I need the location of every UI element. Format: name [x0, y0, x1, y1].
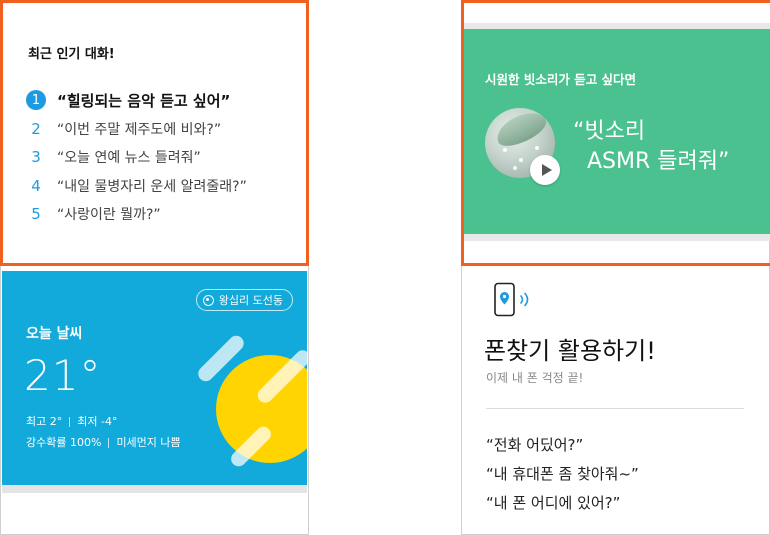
divider — [486, 408, 744, 409]
popular-item[interactable]: 2 “이번 주말 제주도에 비와?” — [26, 115, 247, 144]
weather-details: 강수확률 100% 미세먼지 나쁨 — [26, 434, 181, 450]
rank-number: 3 — [31, 148, 41, 167]
rank-number: 2 — [31, 119, 41, 138]
popular-item-text: “힐링되는 음악 듣고 싶어” — [57, 91, 231, 110]
popular-item-text: “내일 물병자리 운세 알려줄래?” — [57, 178, 247, 195]
example-phrase: “전화 어딨어?” — [486, 436, 584, 454]
phone-finder-subtitle: 이제 내 폰 걱정 끝! — [486, 371, 584, 385]
popular-item[interactable]: 3 “오늘 연예 뉴스 들려줘” — [26, 143, 247, 172]
popular-item[interactable]: 1 “힐링되는 음악 듣고 싶어” — [26, 86, 247, 115]
popular-item[interactable]: 5 “사랑이란 뭘까?” — [26, 200, 247, 229]
location-label: 왕십리 도선동 — [218, 294, 283, 307]
rain-probability: 강수확률 100% — [26, 436, 102, 449]
example-phrase: “내 휴대폰 좀 찾아줘~” — [486, 465, 639, 483]
weather-card[interactable]: 왕십리 도선동 오늘 날씨 21° 최고 2° 최저 -4° 강수확률 100% 미… — [2, 271, 307, 485]
weather-card-footer — [2, 485, 307, 493]
popular-item-text: “사랑이란 뭘까?” — [57, 207, 161, 224]
popular-item-text: “오늘 연예 뉴스 들려줘” — [57, 150, 201, 167]
low-temperature: 최저 -4° — [77, 415, 118, 428]
example-phrase: “내 폰 어디에 있어?” — [486, 494, 621, 512]
highlight-frame — [461, 0, 770, 266]
fine-dust: 미세먼지 나쁨 — [116, 436, 181, 449]
phone-finder-title: 폰찾기 활용하기! — [484, 337, 656, 365]
rank-number: 5 — [31, 205, 41, 224]
popular-title: 최근 인기 대화! — [28, 47, 115, 62]
weather-title: 오늘 날씨 — [26, 326, 83, 342]
current-temperature: 21° — [24, 351, 102, 400]
rank-badge: 1 — [26, 90, 46, 111]
popular-conversations-card: 최근 인기 대화! 1 “힐링되는 음악 듣고 싶어” 2 “이번 주말 제주도… — [0, 0, 309, 266]
popular-item[interactable]: 4 “내일 물병자리 운세 알려줄래?” — [26, 172, 247, 201]
location-button[interactable]: 왕십리 도선동 — [195, 289, 293, 311]
rank-number: 4 — [31, 176, 41, 195]
high-temperature: 최고 2° — [26, 415, 63, 428]
popular-list: 1 “힐링되는 음악 듣고 싶어” 2 “이번 주말 제주도에 비와?” 3 “… — [26, 86, 247, 229]
popular-item-text: “이번 주말 제주도에 비와?” — [57, 121, 222, 138]
phone-location-icon — [494, 282, 529, 317]
temperature-range: 최고 2° 최저 -4° — [26, 413, 117, 429]
location-target-icon — [202, 294, 214, 306]
